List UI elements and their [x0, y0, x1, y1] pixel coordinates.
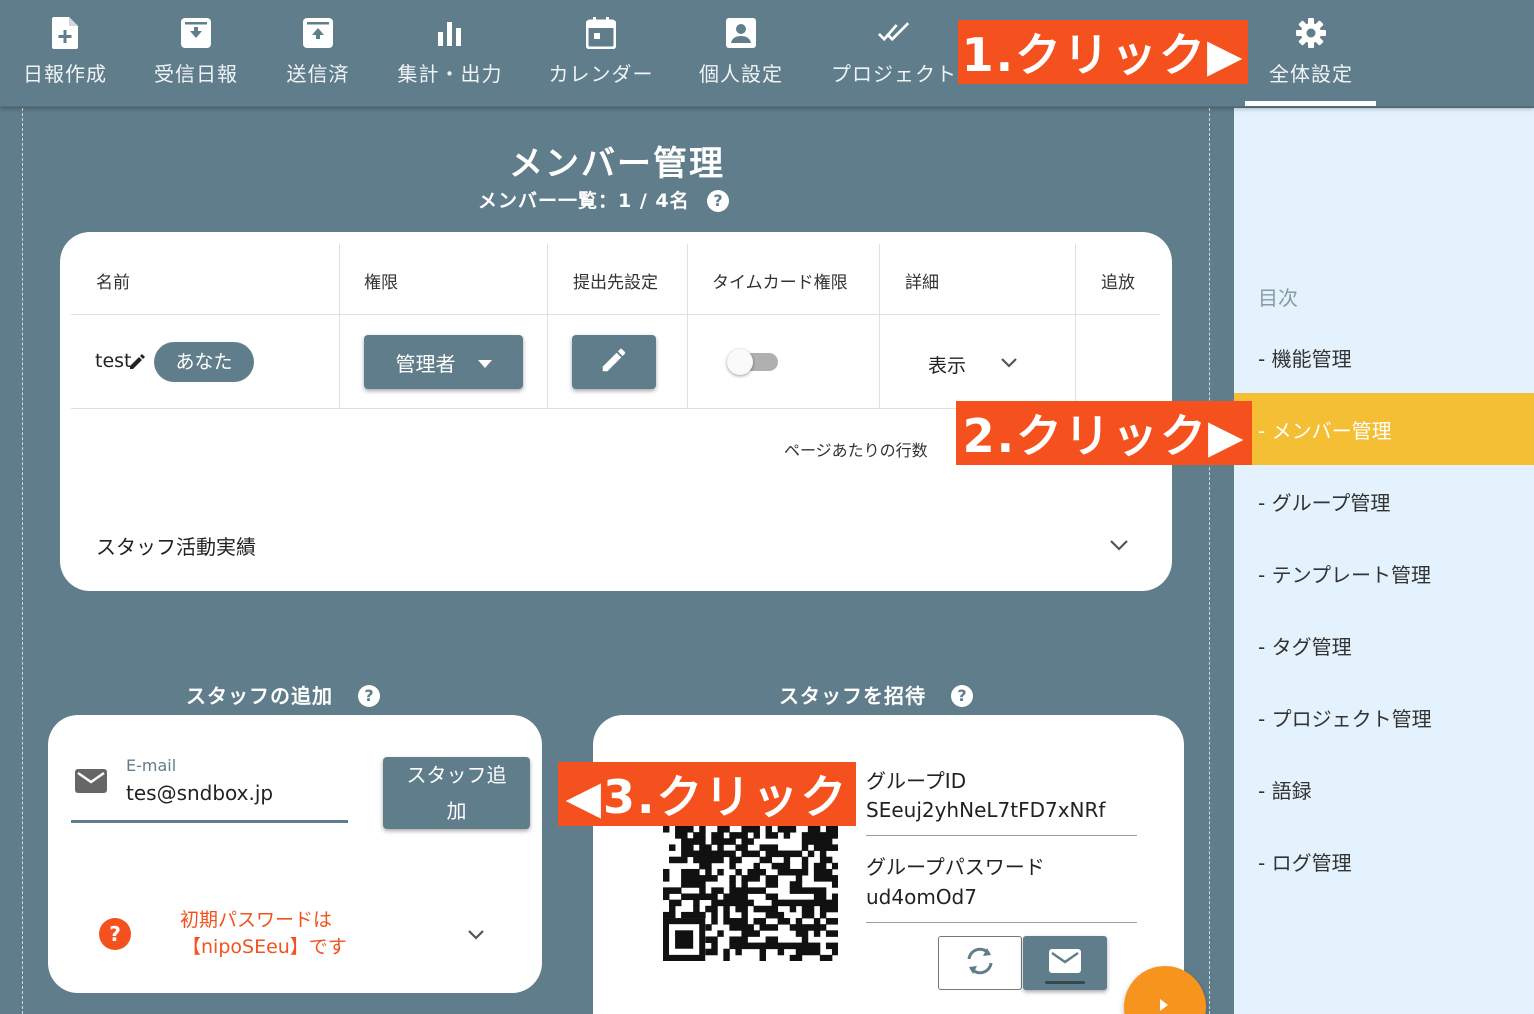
- inbox-upload-icon: [302, 16, 334, 50]
- help-icon[interactable]: ?: [707, 190, 729, 212]
- caret-down-icon: [477, 353, 492, 372]
- nav-item-sent[interactable]: 送信済: [286, 16, 350, 96]
- toc-item-feature-management[interactable]: - 機能管理: [1234, 321, 1534, 393]
- chevron-right-icon: [1160, 996, 1168, 1014]
- help-icon[interactable]: ?: [358, 685, 380, 707]
- nav-label: 集計・出力: [397, 62, 503, 86]
- help-icon[interactable]: ?: [951, 685, 973, 707]
- initial-password-notice: 【nipoSEeu】です: [182, 936, 347, 958]
- chevron-down-icon[interactable]: [1109, 537, 1129, 556]
- divider: [866, 835, 1137, 836]
- nav-label: 全体設定: [1269, 62, 1353, 86]
- toc-item-group-management[interactable]: - グループ管理: [1234, 465, 1534, 537]
- divider: [1075, 244, 1076, 408]
- column-header-role: 権限: [364, 273, 398, 293]
- divider: [687, 244, 688, 408]
- nav-item-calendar[interactable]: カレンダー: [549, 16, 653, 96]
- edit-submit-target-button[interactable]: [572, 335, 656, 389]
- add-staff-button[interactable]: スタッフ追 加: [383, 757, 530, 829]
- page-title: メンバー管理: [509, 144, 725, 184]
- column-header-timecard: タイムカード権限: [712, 273, 848, 293]
- divider: [71, 314, 1160, 315]
- nav-label: 日報作成: [23, 62, 107, 86]
- email-input-value: tes@sndbox.jp: [126, 781, 274, 805]
- staff-activity-header[interactable]: スタッフ活動実績: [96, 531, 256, 560]
- callout-step-3: ◀3.クリック: [558, 762, 856, 826]
- toc-item-log-management[interactable]: - ログ管理: [1234, 825, 1534, 897]
- nav-label: プロジェクト: [831, 62, 957, 86]
- account-box-icon: [725, 16, 757, 50]
- table-of-contents-sidebar: 目次 - 機能管理 - メンバー管理 - グループ管理 - テンプレート管理 -…: [1234, 108, 1534, 1014]
- member-count: メンバー一覧：1 / 4名: [478, 190, 690, 212]
- invite-staff-title: スタッフを招待: [779, 684, 926, 708]
- refresh-icon: [963, 946, 997, 980]
- group-password-value: ud4omOd7: [866, 885, 977, 909]
- file-plus-icon: [49, 16, 81, 50]
- divider: [547, 244, 548, 408]
- member-name: test: [95, 350, 132, 372]
- nav-item-received-reports[interactable]: 受信日報: [154, 16, 238, 96]
- callout-step-1: 1.クリック▶: [958, 20, 1248, 84]
- group-id-value: SEeuj2yhNeL7tFD7xNRf: [866, 798, 1106, 822]
- toc-item-tag-management[interactable]: - タグ管理: [1234, 609, 1534, 681]
- toc-item-member-management[interactable]: - メンバー管理: [1234, 393, 1534, 465]
- send-email-button[interactable]: [1023, 936, 1107, 990]
- divider: [866, 922, 1137, 923]
- pencil-icon: [599, 345, 629, 379]
- rows-per-page-label: ページあたりの行数: [784, 441, 928, 460]
- column-header-expel: 追放: [1101, 273, 1135, 293]
- edit-name-icon[interactable]: [130, 353, 146, 373]
- nav-item-create-report[interactable]: 日報作成: [23, 16, 107, 96]
- callout-step-2: 2.クリック▶: [956, 401, 1252, 465]
- nav-item-aggregate-export[interactable]: 集計・出力: [396, 16, 504, 96]
- add-staff-title: スタッフの追加: [186, 684, 333, 708]
- nav-item-global-settings[interactable]: 全体設定: [1262, 16, 1360, 96]
- divider: [879, 244, 880, 408]
- qr-code-image: [663, 826, 839, 962]
- toc-title: 目次: [1258, 286, 1298, 310]
- regenerate-button[interactable]: [938, 936, 1022, 990]
- detail-show-toggle[interactable]: 表示: [928, 351, 966, 378]
- inbox-download-icon: [180, 16, 212, 50]
- double-check-icon: [878, 16, 910, 50]
- calendar-icon: [585, 16, 617, 50]
- envelope-icon: [1049, 949, 1081, 977]
- group-password-label: グループパスワード: [866, 855, 1045, 879]
- svg-text:?: ?: [109, 922, 121, 946]
- you-chip: あなた: [154, 342, 254, 382]
- role-select-button[interactable]: 管理者: [364, 335, 523, 389]
- chevron-down-icon[interactable]: [467, 926, 485, 945]
- email-field-label: E-mail: [126, 756, 177, 775]
- role-value: 管理者: [395, 351, 456, 376]
- email-field[interactable]: tes@sndbox.jp: [71, 775, 348, 823]
- nav-label: 個人設定: [699, 62, 783, 86]
- bar-chart-icon: [434, 16, 466, 50]
- add-staff-button-label: スタッフ追: [406, 763, 507, 787]
- chevron-down-icon[interactable]: [1000, 354, 1018, 373]
- nav-label: 送信済: [286, 62, 350, 86]
- nav-label: カレンダー: [548, 62, 654, 86]
- toc-item-template-management[interactable]: - テンプレート管理: [1234, 537, 1534, 609]
- group-id-label: グループID: [866, 769, 967, 793]
- toggle-knob: [727, 349, 753, 375]
- divider: [339, 244, 340, 408]
- gear-icon: [1295, 16, 1327, 50]
- toc-item-project-management[interactable]: - プロジェクト管理: [1234, 681, 1534, 753]
- nav-label: 受信日報: [154, 62, 238, 86]
- add-staff-card: E-mail tes@sndbox.jp スタッフ追 加 ? 初期パスワードは …: [48, 715, 542, 993]
- initial-password-notice: 初期パスワードは: [180, 909, 333, 931]
- column-header-submit-target: 提出先設定: [573, 273, 658, 293]
- active-tab-indicator: [1245, 101, 1376, 106]
- add-staff-button-label: 加: [446, 799, 467, 823]
- nav-item-personal-settings[interactable]: 個人設定: [698, 16, 784, 96]
- top-navigation-bar: 日報作成 受信日報 送信済 集計・出力 カレンダー 個人設定 プロジェクト 全体…: [0, 0, 1534, 107]
- active-underline: [1045, 981, 1085, 984]
- column-header-detail: 詳細: [905, 273, 939, 293]
- toc-item-glossary[interactable]: - 語録: [1234, 753, 1534, 825]
- nav-item-project[interactable]: プロジェクト: [831, 16, 957, 96]
- question-alert-icon: ?: [99, 918, 131, 954]
- column-header-name: 名前: [96, 273, 130, 293]
